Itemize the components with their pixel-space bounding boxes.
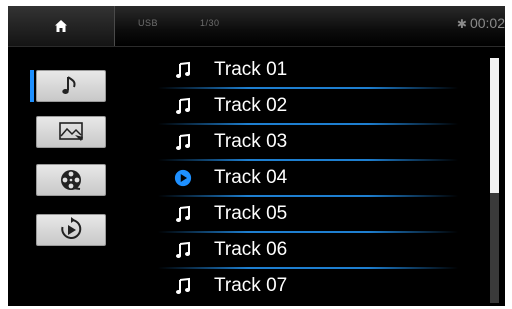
track-row[interactable]: Track 01 (158, 53, 488, 89)
picture-icon (59, 122, 83, 141)
scrollbar[interactable] (490, 58, 499, 303)
home-button[interactable] (8, 6, 115, 46)
track-counter: 1/30 (200, 18, 220, 28)
track-row[interactable]: Track 07 (158, 269, 488, 305)
track-label: Track 06 (214, 239, 288, 260)
track-label: Track 04 (214, 167, 288, 188)
menu-button-music[interactable] (36, 70, 106, 102)
track-label: Track 05 (214, 203, 288, 224)
track-row-playing[interactable]: Track 04 (158, 161, 488, 197)
clock-time: 00:02 (469, 15, 505, 31)
menu-button-repeat[interactable] (36, 214, 106, 246)
media-player-screen: USB 1/30 ✱ 00:02 Track 01 Track 02 Track… (8, 6, 505, 306)
source-label: USB (138, 18, 159, 28)
track-row[interactable]: Track 05 (158, 197, 488, 233)
clock: ✱ 00:02 (457, 15, 505, 31)
music-note-icon (174, 240, 192, 260)
menu-button-pictures[interactable] (36, 116, 106, 148)
music-note-icon (62, 76, 76, 94)
music-note-icon (174, 132, 192, 152)
music-note-icon (174, 204, 192, 224)
track-label: Track 07 (214, 275, 288, 296)
track-label: Track 01 (214, 59, 288, 80)
divider (8, 46, 505, 47)
clock-icon: ✱ (456, 17, 467, 31)
track-row[interactable]: Track 02 (158, 89, 488, 125)
music-note-icon (174, 60, 192, 80)
play-icon (174, 168, 192, 188)
music-note-icon (174, 96, 192, 116)
track-label: Track 02 (214, 95, 288, 116)
track-row[interactable]: Track 03 (158, 125, 488, 161)
music-note-icon (174, 276, 192, 296)
top-status-bar: USB 1/30 ✱ 00:02 (8, 6, 505, 46)
home-icon (55, 20, 67, 32)
scrollbar-thumb[interactable] (490, 58, 499, 193)
track-row[interactable]: Track 06 (158, 233, 488, 269)
repeat-play-icon (61, 217, 82, 239)
menu-selection-indicator (30, 70, 34, 102)
menu-button-video[interactable] (36, 164, 106, 196)
track-label: Track 03 (214, 131, 288, 152)
film-reel-icon (61, 170, 81, 190)
